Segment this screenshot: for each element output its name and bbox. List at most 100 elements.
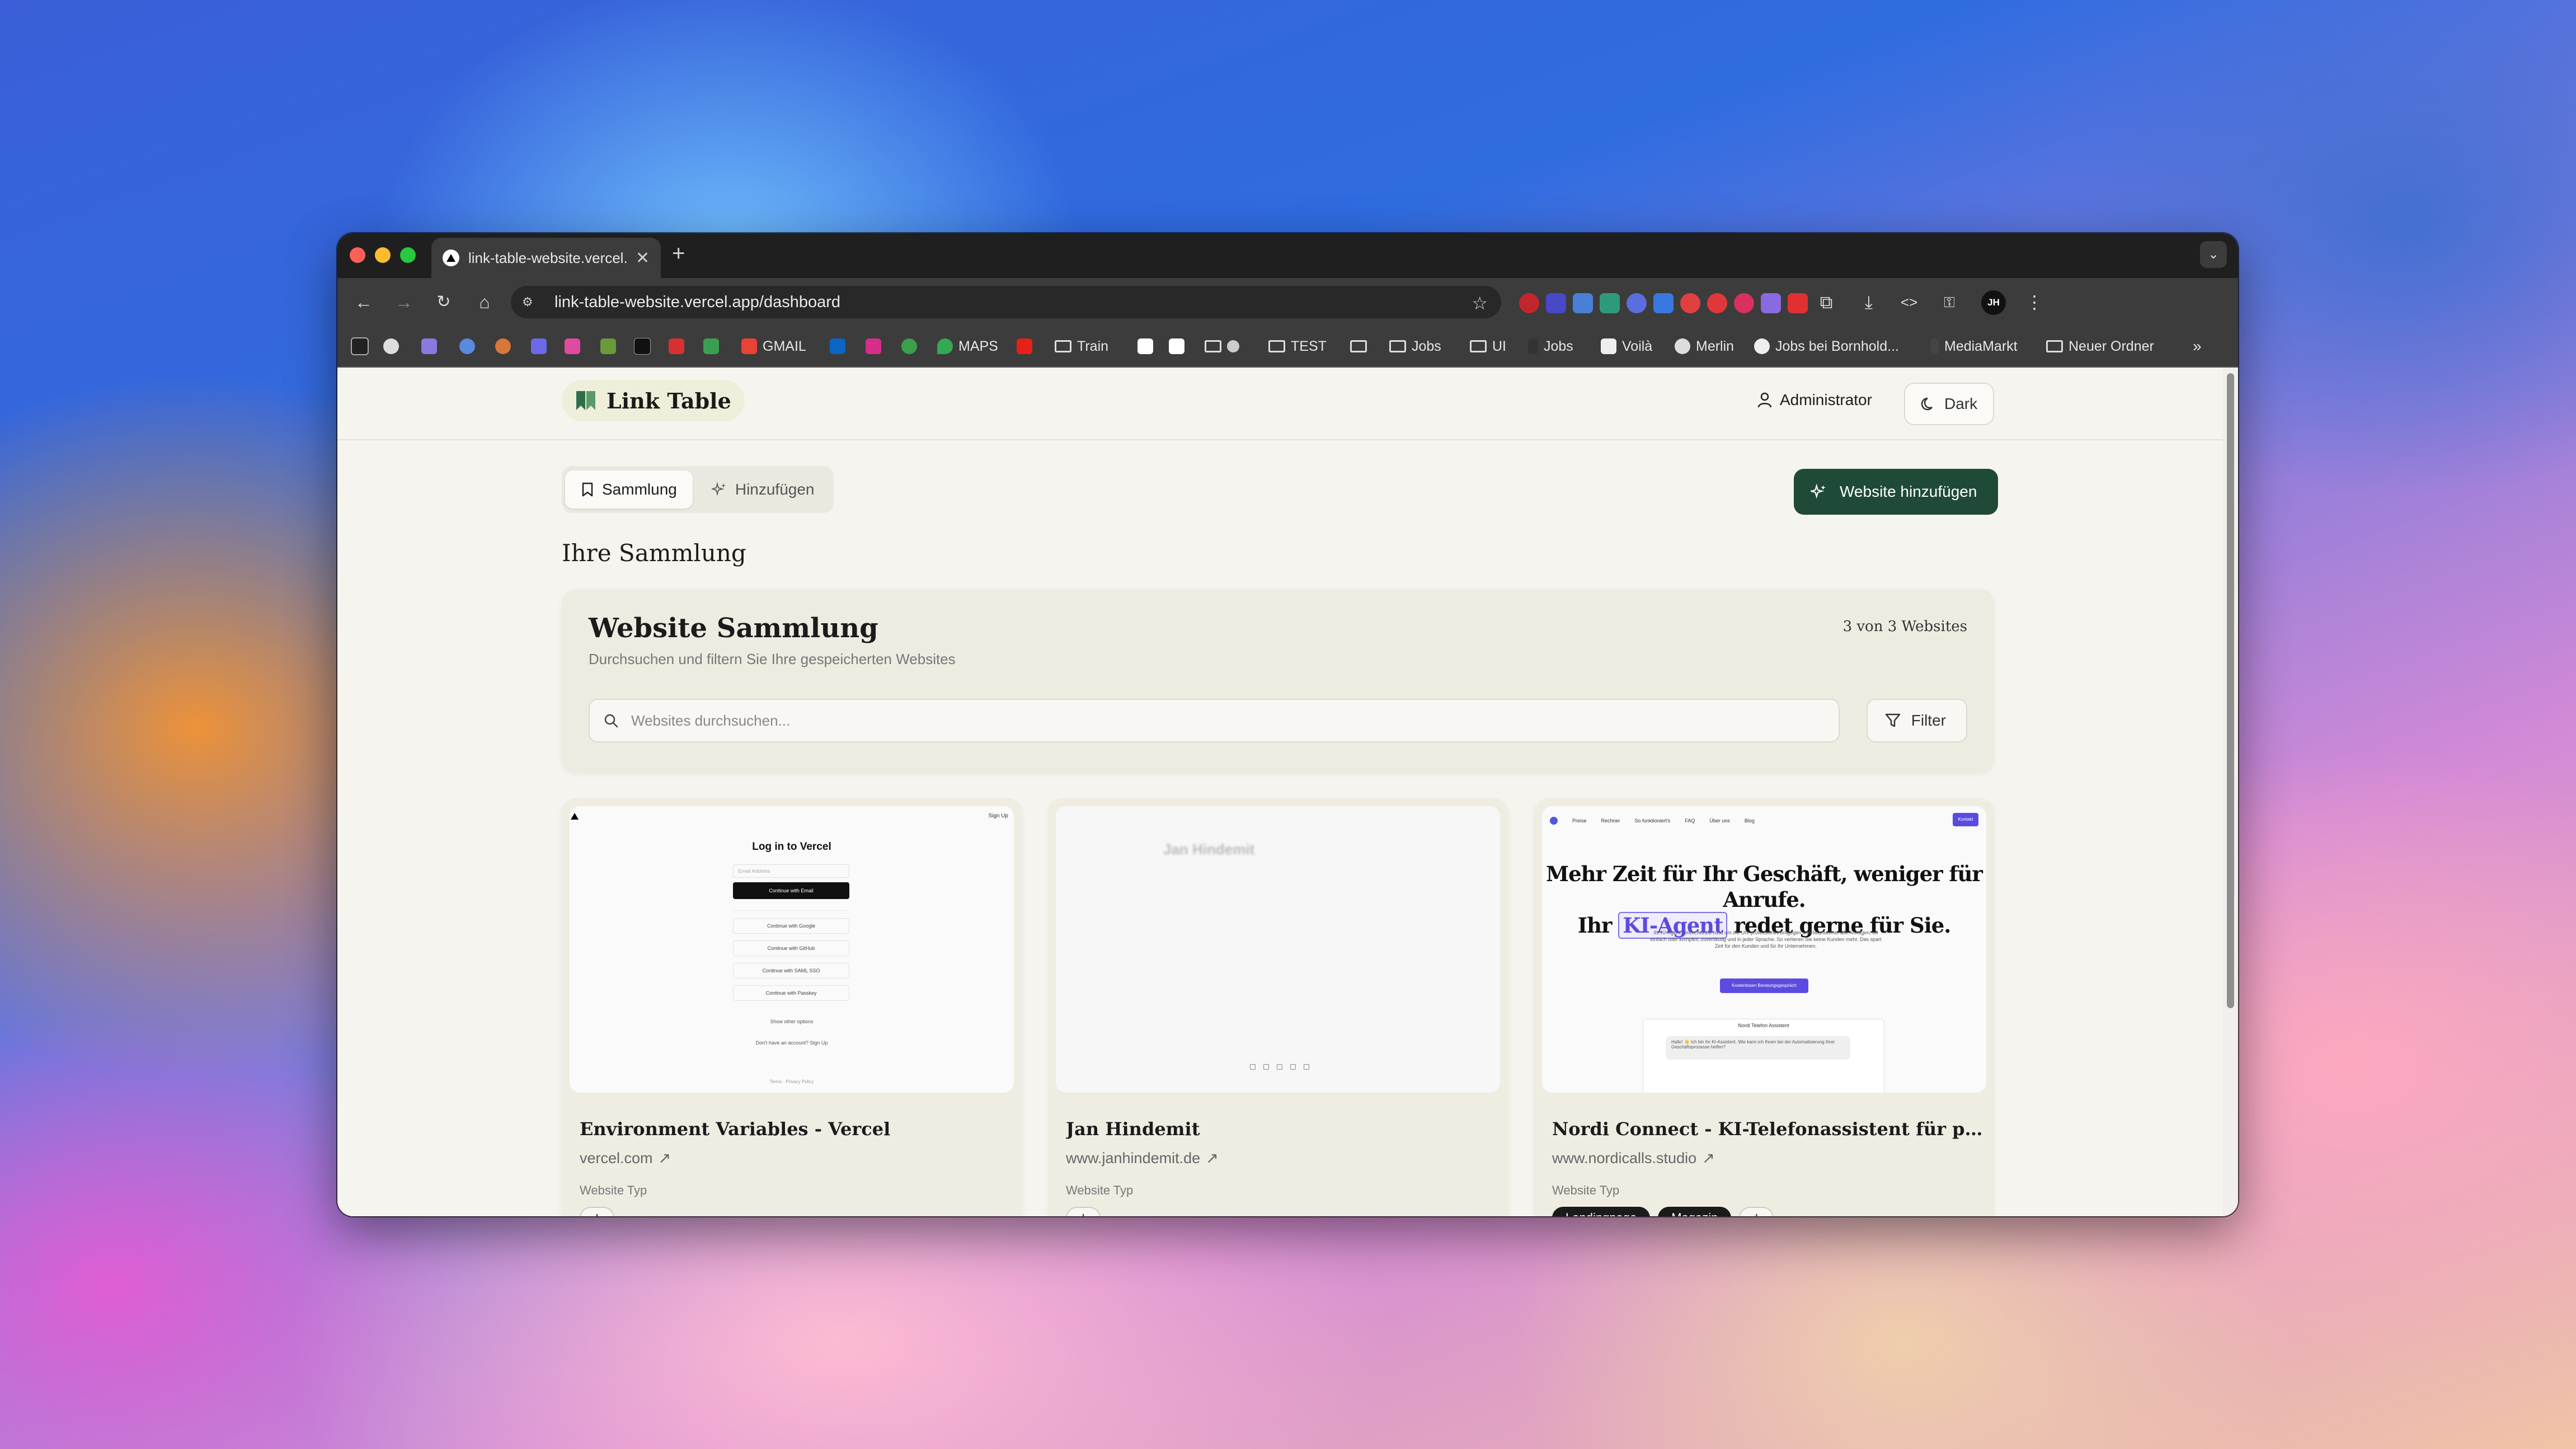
search-icon	[604, 714, 618, 728]
thumb-nav-item: FAQ	[1685, 818, 1695, 824]
h-app-icon[interactable]	[1137, 338, 1153, 354]
brain-extension-icon[interactable]	[1761, 293, 1781, 313]
gemini-icon[interactable]	[459, 338, 475, 354]
card-url-link[interactable]: vercel.com ↗	[580, 1150, 671, 1167]
bookmark-app-icon[interactable]	[351, 337, 369, 355]
youtube-icon[interactable]	[1017, 338, 1032, 354]
vercel-logo-icon	[571, 813, 579, 820]
logo-text: Link Table	[607, 388, 731, 413]
tag-list: +	[1066, 1207, 1101, 1216]
bookmark-neuer-ordner[interactable]: Neuer Ordner	[2046, 337, 2154, 355]
plant-app-icon[interactable]	[600, 338, 616, 354]
whatsapp-icon[interactable]	[901, 338, 917, 354]
address-bar[interactable]: ⚙ link-table-website.vercel.app/dashboar…	[511, 286, 1501, 318]
bookmark-bornhold[interactable]: Jobs bei Bornhold...	[1754, 337, 1899, 355]
website-thumbnail[interactable]: Preise Rechner So funktioniert's FAQ Übe…	[1542, 806, 1986, 1093]
website-thumbnail[interactable]: Sign Up Log in to Vercel Email Address C…	[570, 806, 1014, 1093]
minimize-window-button[interactable]	[375, 247, 391, 263]
profile-avatar[interactable]: JH	[1981, 290, 2006, 315]
collection-panel: Website Sammlung Durchsuchen und filtern…	[562, 589, 1994, 771]
bookmark-voila[interactable]: Voilà	[1601, 337, 1652, 355]
video-extension-icon[interactable]	[1788, 293, 1808, 313]
bookmark-test[interactable]: TEST	[1268, 337, 1327, 355]
chat-app-icon[interactable]	[565, 338, 580, 354]
external-link-icon: ↗	[658, 1150, 671, 1166]
website-card[interactable]: Sign Up Log in to Vercel Email Address C…	[562, 798, 1022, 1216]
book-app-icon[interactable]	[669, 338, 684, 354]
external-link-icon: ↗	[1206, 1150, 1219, 1166]
site-settings-icon[interactable]: ⚙	[522, 294, 538, 310]
x-icon[interactable]	[634, 338, 651, 355]
bookmark-logo-icon	[576, 391, 595, 410]
back-icon[interactable]: ←	[351, 289, 377, 315]
card-url-link[interactable]: www.nordicalls.studio ↗	[1552, 1150, 1715, 1167]
instagram-icon[interactable]	[866, 338, 881, 354]
forward-icon[interactable]: →	[391, 289, 417, 315]
s-extension-icon[interactable]	[1600, 293, 1620, 313]
user-label: Administrator	[1780, 391, 1872, 408]
h-app-icon-2[interactable]	[1169, 338, 1184, 354]
tab-search-icon[interactable]: ⌄	[2200, 241, 2227, 268]
star-app-icon[interactable]	[421, 338, 437, 354]
tab-hinzufuegen[interactable]: Hinzufügen	[696, 471, 830, 509]
menu-kebab-icon[interactable]: ⋮	[2022, 289, 2047, 315]
bookmark-icon	[582, 482, 593, 497]
tag-chip[interactable]: Landingpage	[1552, 1207, 1651, 1216]
search-input[interactable]: Websites durchsuchen...	[589, 699, 1840, 742]
record-extension-icon[interactable]	[1680, 293, 1700, 313]
folder-icon[interactable]	[1205, 340, 1221, 352]
bookmark-jobs[interactable]: Jobs	[1528, 337, 1573, 355]
openai-icon[interactable]	[383, 338, 399, 354]
tab-close-icon[interactable]: ✕	[636, 248, 650, 268]
dock-icon	[1263, 1064, 1269, 1070]
bookmark-jobs-folder[interactable]: Jobs	[1389, 337, 1441, 355]
adblock-extension-icon[interactable]	[1519, 293, 1539, 313]
user-menu[interactable]: Administrator	[1757, 391, 1872, 409]
extension-icon[interactable]	[1546, 293, 1566, 313]
zoom-window-button[interactable]	[400, 247, 416, 263]
card-url-link[interactable]: www.janhindemit.de ↗	[1066, 1150, 1219, 1167]
bookmark-merlin[interactable]: Merlin	[1675, 337, 1734, 355]
bookmark-train[interactable]: Train	[1055, 337, 1108, 355]
website-card[interactable]: Jan Hindemit Jan Hindemit www.janhindemi…	[1048, 798, 1508, 1216]
folder-icon[interactable]	[1350, 340, 1367, 352]
add-website-button[interactable]: Website hinzufügen	[1794, 469, 1999, 515]
bookmark-gmail[interactable]: GMAIL	[741, 337, 806, 355]
reload-icon[interactable]: ↻	[431, 289, 457, 315]
list-extension-icon[interactable]	[1653, 293, 1674, 313]
translate-extension-icon[interactable]	[1573, 293, 1593, 313]
bookmarks-bar: GMAIL MAPS Train TEST Jobs UI Jobs Voilà…	[337, 326, 2238, 368]
browser-tab[interactable]: link-table-website.vercel.app ✕	[431, 238, 661, 278]
bookmark-ui[interactable]: UI	[1470, 337, 1506, 355]
new-tab-icon[interactable]: +	[672, 241, 685, 266]
add-tag-button[interactable]: +	[1066, 1207, 1101, 1216]
app-logo[interactable]: Link Table	[562, 380, 745, 421]
thumb-headline: Mehr Zeit für Ihr Geschäft, weniger für …	[1542, 861, 1986, 939]
website-thumbnail[interactable]: Jan Hindemit	[1056, 806, 1500, 1093]
cloud-extension-icon[interactable]	[1627, 293, 1647, 313]
extensions-puzzle-icon[interactable]: ⧉	[1813, 289, 1839, 315]
home-icon[interactable]: ⌂	[472, 289, 497, 315]
linkedin-icon[interactable]	[830, 338, 845, 354]
app-icon[interactable]	[531, 338, 547, 354]
theme-toggle-button[interactable]: Dark	[1904, 383, 1995, 425]
website-card[interactable]: Preise Rechner So funktioniert's FAQ Übe…	[1534, 798, 1994, 1216]
more-bookmarks-icon[interactable]: »	[2193, 337, 2202, 355]
stop-extension-icon[interactable]	[1707, 293, 1727, 313]
close-window-button[interactable]	[350, 247, 365, 263]
download-icon[interactable]: ⤓	[1856, 289, 1882, 315]
filter-button[interactable]: Filter	[1866, 699, 1967, 742]
tag-chip[interactable]: Magazin	[1658, 1207, 1732, 1216]
bookmark-star-icon[interactable]: ☆	[1472, 293, 1488, 314]
play-extension-icon[interactable]	[1734, 293, 1754, 313]
doc-app-icon[interactable]	[703, 338, 719, 354]
claude-icon[interactable]	[495, 338, 511, 354]
code-icon[interactable]: <>	[1896, 289, 1922, 315]
scrollbar-thumb[interactable]	[2227, 373, 2234, 1008]
tab-sammlung[interactable]: Sammlung	[565, 471, 693, 509]
bookmark-mediamarkt[interactable]: MediaMarkt	[1931, 337, 2018, 355]
bookmark-maps[interactable]: MAPS	[937, 337, 998, 355]
add-tag-button[interactable]: +	[580, 1207, 614, 1216]
add-tag-button[interactable]: +	[1739, 1207, 1774, 1216]
password-key-icon[interactable]: ⚿	[1936, 289, 1962, 315]
